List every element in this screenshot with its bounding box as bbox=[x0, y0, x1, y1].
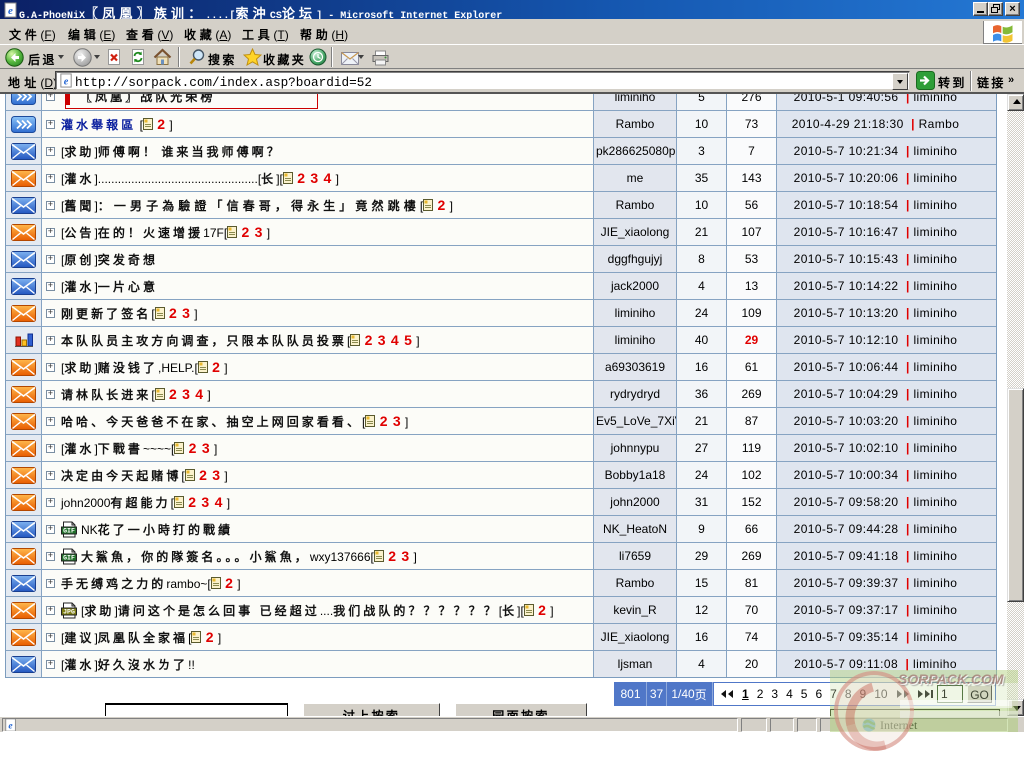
svg-text:GIF: GIF bbox=[63, 527, 75, 534]
svg-text:JPG: JPG bbox=[63, 608, 75, 615]
svg-text:e: e bbox=[64, 76, 69, 87]
svg-text:e: e bbox=[8, 5, 13, 17]
svg-text:GIF: GIF bbox=[63, 554, 75, 561]
